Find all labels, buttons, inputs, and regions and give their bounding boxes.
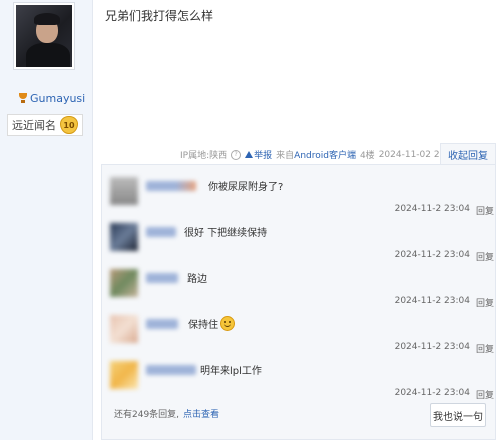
more-replies-count: 还有249条回复, <box>114 410 180 420</box>
reply-item: 明年来lpl工作 2024-11-2 23:04 回复 <box>110 357 494 403</box>
level-badge[interactable]: 远近闻名 10 <box>7 114 83 136</box>
reply-avatar[interactable] <box>110 177 138 205</box>
reply-meta: 2024-11-2 23:04 回复 <box>395 204 494 217</box>
reply-meta: 2024-11-2 23:04 回复 <box>395 296 494 309</box>
reply-username[interactable] <box>146 227 176 237</box>
reply-time: 2024-11-2 23:04 <box>394 250 470 260</box>
view-more-link[interactable]: 点击查看 <box>183 410 219 420</box>
post-source: 来自Android客户端 <box>276 151 356 161</box>
reply-meta: 2024-11-2 23:04 回复 <box>395 250 494 263</box>
poster-avatar[interactable] <box>13 2 75 70</box>
reply-item: 很好 下把继续保持 2024-11-2 23:04 回复 <box>110 219 494 265</box>
smiley-emoji-icon <box>220 316 235 331</box>
reply-text: 你被尿尿附身了? <box>208 182 284 193</box>
reply-meta: 2024-11-2 23:04 回复 <box>395 388 494 401</box>
reply-button[interactable]: 回复 <box>476 388 494 401</box>
reply-username[interactable] <box>146 273 178 283</box>
avatar-image <box>16 5 72 67</box>
reply-username[interactable] <box>146 365 196 375</box>
reply-item: 路边 2024-11-2 23:04 回复 <box>110 265 494 311</box>
reply-time: 2024-11-2 23:04 <box>394 342 470 352</box>
trophy-icon <box>18 93 28 104</box>
more-replies: 还有249条回复, 点击查看 <box>114 407 219 420</box>
reply-meta: 2024-11-2 23:04 回复 <box>395 342 494 355</box>
reply-time: 2024-11-2 23:04 <box>394 204 470 214</box>
level-shield-icon: 10 <box>60 116 78 134</box>
floor-number: 4楼 <box>359 151 375 161</box>
collapse-replies-button[interactable]: 收起回复 <box>440 143 496 165</box>
poster-username[interactable]: Gumayusi <box>18 92 85 105</box>
poster-sidebar: Gumayusi 远近闻名 10 <box>0 0 93 440</box>
reply-panel: 你被尿尿附身了? 2024-11-2 23:04 回复 很好 下把继续保持 20… <box>101 164 496 440</box>
reply-text-content: 保持住 <box>188 320 218 331</box>
reply-button[interactable]: 回复 <box>476 204 494 217</box>
reply-avatar[interactable] <box>110 269 138 297</box>
reply-button[interactable]: 回复 <box>476 250 494 263</box>
reply-text: 路边 <box>187 274 207 285</box>
reply-username[interactable] <box>146 181 196 191</box>
post-content: 兄弟们我打得怎么样 <box>105 9 214 23</box>
reply-avatar[interactable] <box>110 315 138 343</box>
reply-text: 明年来lpl工作 <box>200 366 262 377</box>
post-meta: IP属地:陕西 ? 举报 来自Android客户端 4楼 2024-11-02 … <box>180 148 460 161</box>
warning-icon <box>245 151 254 158</box>
report-link[interactable]: 举报 <box>245 148 272 161</box>
reply-avatar[interactable] <box>110 223 138 251</box>
reply-time: 2024-11-2 23:04 <box>394 388 470 398</box>
reply-button[interactable]: 回复 <box>476 342 494 355</box>
ip-location: IP属地:陕西 <box>180 151 228 161</box>
reply-text: 很好 下把继续保持 <box>184 228 268 239</box>
reply-avatar[interactable] <box>110 361 138 389</box>
add-reply-button[interactable]: 我也说一句 <box>430 403 486 427</box>
reply-item: 保持住 2024-11-2 23:04 回复 <box>110 311 494 357</box>
reply-item: 你被尿尿附身了? 2024-11-2 23:04 回复 <box>110 173 494 219</box>
reply-username[interactable] <box>146 319 178 329</box>
reply-time: 2024-11-2 23:04 <box>394 296 470 306</box>
client-link[interactable]: Android客户端 <box>294 151 356 161</box>
help-icon[interactable]: ? <box>231 149 242 160</box>
username-text[interactable]: Gumayusi <box>30 92 85 105</box>
reply-text: 保持住 <box>188 316 235 331</box>
reply-button[interactable]: 回复 <box>476 296 494 309</box>
level-label: 远近闻名 <box>12 119 56 132</box>
